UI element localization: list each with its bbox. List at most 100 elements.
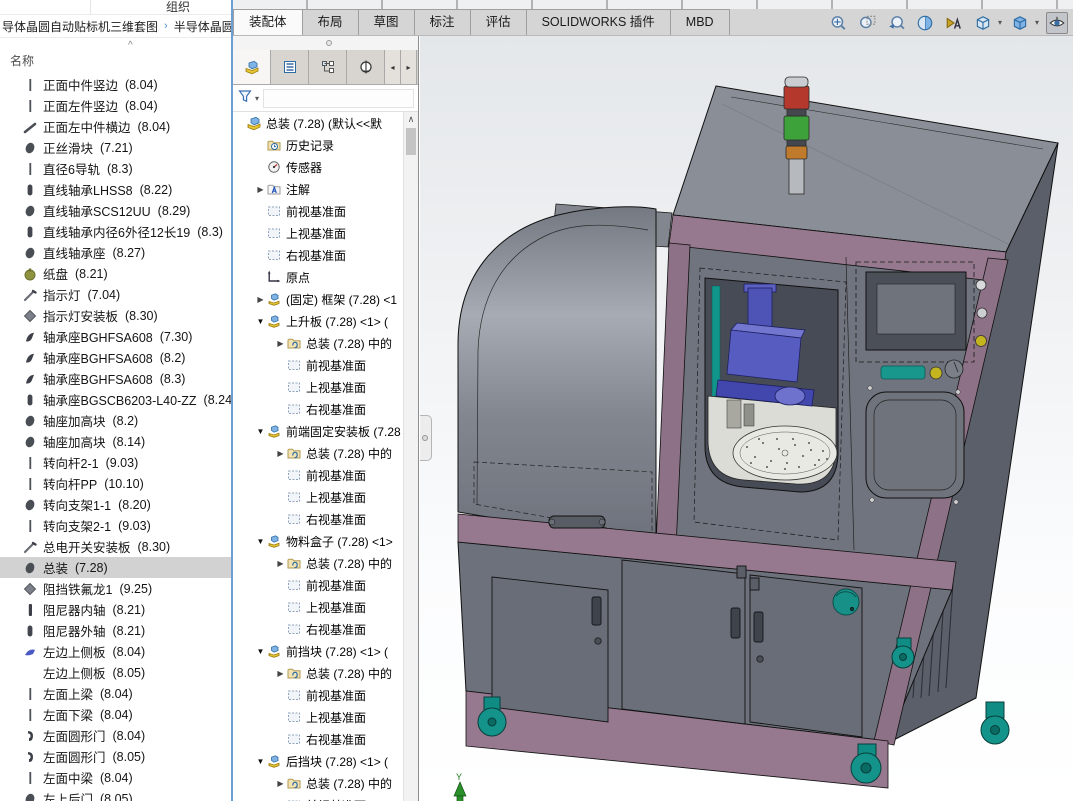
- tree-node[interactable]: 上视基准面: [233, 596, 405, 618]
- file-list-item[interactable]: 指示灯(7.04): [0, 284, 231, 305]
- tab-configuration-manager[interactable]: [309, 50, 347, 84]
- file-list-item[interactable]: 正面左件竖边(8.04): [0, 95, 231, 116]
- file-list-item[interactable]: 轴承座BGHFSA608(8.2): [0, 347, 231, 368]
- tab-scroll-right-icon[interactable]: ▸: [401, 50, 417, 84]
- tree-node[interactable]: ▶总装 (7.28) 中的: [233, 442, 405, 464]
- file-list-item[interactable]: 轴承座BGSCB6203-L40-ZZ(8.24): [0, 389, 231, 410]
- file-list-item[interactable]: 指示灯安装板(8.30): [0, 305, 231, 326]
- section-view-icon[interactable]: [914, 12, 936, 34]
- file-list-item[interactable]: 直线轴承LHSS8(8.22): [0, 179, 231, 200]
- ribbon-tab[interactable]: MBD: [670, 9, 730, 35]
- tree-node[interactable]: 上视基准面: [233, 222, 405, 244]
- expand-collapse-icon[interactable]: ▼: [255, 427, 266, 436]
- organize-menu[interactable]: 组织: [166, 0, 190, 15]
- breadcrumb-parent[interactable]: 导体晶圆自动贴标机三维套图: [2, 18, 158, 35]
- expand--icon[interactable]: ▶: [275, 339, 286, 348]
- file-list-item[interactable]: 正丝滑块(7.21): [0, 137, 231, 158]
- file-list-item[interactable]: 左上后门(8.05): [0, 788, 231, 801]
- filter-caret-icon[interactable]: ▾: [255, 94, 259, 103]
- expand-collapse-icon[interactable]: ▼: [255, 537, 266, 546]
- tree-node[interactable]: 前视基准面: [233, 574, 405, 596]
- panel-splitter-tab[interactable]: [420, 415, 432, 461]
- file-list-item[interactable]: 直线轴承SCS12UU(8.29): [0, 200, 231, 221]
- annotation-visibility-icon[interactable]: [943, 12, 965, 34]
- tree-node[interactable]: 原点: [233, 266, 405, 288]
- tree-node[interactable]: 传感器: [233, 156, 405, 178]
- file-list-item[interactable]: 轴座加高块(8.2): [0, 410, 231, 431]
- tree-node[interactable]: 前视基准面: [233, 200, 405, 222]
- scroll-up-icon[interactable]: ∧: [404, 114, 418, 125]
- tree-node[interactable]: 历史记录: [233, 134, 405, 156]
- fan-vent[interactable]: [833, 589, 859, 615]
- expand-collapse-icon[interactable]: ▼: [255, 757, 266, 766]
- tree-node[interactable]: ▶(固定) 框架 (7.28) <1: [233, 288, 405, 310]
- file-list-item[interactable]: 正面左中件横边(8.04): [0, 116, 231, 137]
- graphics-area[interactable]: Y: [420, 36, 1073, 801]
- expand--icon[interactable]: ▶: [275, 669, 286, 678]
- tab-featuremanager-design-tree[interactable]: [233, 50, 271, 84]
- tree-node[interactable]: ▼上升板 (7.28) <1> (: [233, 310, 405, 332]
- 3d-model-view[interactable]: Y: [420, 36, 1073, 801]
- tree-node[interactable]: ▼后挡块 (7.28) <1> (: [233, 750, 405, 772]
- expand--icon[interactable]: ▶: [275, 779, 286, 788]
- hide-show-items-icon[interactable]: [1046, 12, 1068, 34]
- ribbon-tab[interactable]: 评估: [470, 9, 527, 35]
- tree-node[interactable]: ▶注解: [233, 178, 405, 200]
- expand--icon[interactable]: ▶: [255, 185, 266, 194]
- file-list-item[interactable]: 转向杆2-1(9.03): [0, 452, 231, 473]
- file-list-item[interactable]: 左边上侧板(8.04): [0, 641, 231, 662]
- file-list-item[interactable]: 阻挡铁氟龙1(9.25): [0, 578, 231, 599]
- file-list-item[interactable]: 转向杆PP(10.10): [0, 473, 231, 494]
- breadcrumb[interactable]: 导体晶圆自动贴标机三维套图 › 半导体晶圆: [0, 15, 231, 38]
- file-list-item[interactable]: 转向支架1-1(8.20): [0, 494, 231, 515]
- ribbon-tab[interactable]: SOLIDWORKS 插件: [526, 9, 671, 35]
- tree-node[interactable]: 右视基准面: [233, 618, 405, 640]
- tree-node[interactable]: ▼物料盒子 (7.28) <1>: [233, 530, 405, 552]
- hood-cover[interactable]: [458, 207, 656, 545]
- tree-node[interactable]: ▶总装 (7.28) 中的: [233, 662, 405, 684]
- hmi-screen[interactable]: [866, 272, 966, 350]
- filter-input[interactable]: [263, 89, 414, 108]
- file-list-item[interactable]: 直线轴承座(8.27): [0, 242, 231, 263]
- file-list-item[interactable]: 左面圆形门(8.05): [0, 746, 231, 767]
- tree-node[interactable]: 上视基准面: [233, 706, 405, 728]
- view-orientation-icon[interactable]: [972, 12, 994, 34]
- file-list-item[interactable]: 纸盘(8.21): [0, 263, 231, 284]
- tree-node[interactable]: 右视基准面: [233, 728, 405, 750]
- expand--icon[interactable]: ▶: [275, 559, 286, 568]
- hood-handle[interactable]: [549, 516, 605, 528]
- ribbon-tab[interactable]: 标注: [414, 9, 471, 35]
- cabinet-doors[interactable]: [492, 560, 862, 737]
- tree-node[interactable]: ▶总装 (7.28) 中的: [233, 332, 405, 354]
- tree-node[interactable]: 右视基准面: [233, 508, 405, 530]
- tab-property-manager[interactable]: [271, 50, 309, 84]
- file-list-item[interactable]: 总装(7.28): [0, 557, 231, 578]
- ribbon-tab[interactable]: 草图: [358, 9, 415, 35]
- tree-node[interactable]: 上视基准面: [233, 486, 405, 508]
- file-list-item[interactable]: 左面中梁(8.04): [0, 767, 231, 788]
- file-list-item[interactable]: 左面下梁(8.04): [0, 704, 231, 725]
- file-list-item[interactable]: 正面中件竖边(8.04): [0, 74, 231, 95]
- turntable[interactable]: [733, 426, 837, 480]
- tree-node[interactable]: 前视基准面: [233, 684, 405, 706]
- tree-node[interactable]: 前视基准面: [233, 794, 405, 801]
- name-column-header[interactable]: 名称: [10, 52, 34, 69]
- breadcrumb-current[interactable]: 半导体晶圆: [174, 18, 231, 35]
- file-list-item[interactable]: 直径6导轨(8.3): [0, 158, 231, 179]
- tree-node[interactable]: 上视基准面: [233, 376, 405, 398]
- equipment-recess[interactable]: [705, 278, 838, 492]
- tree-scrollbar[interactable]: ∧: [403, 112, 418, 801]
- tree-node[interactable]: ▼前挡块 (7.28) <1> (: [233, 640, 405, 662]
- file-list-item[interactable]: 总电开关安装板(8.30): [0, 536, 231, 557]
- tree-node[interactable]: 总装 (7.28) (默认<<默: [233, 112, 405, 134]
- file-list-item[interactable]: 左边上侧板(8.05): [0, 662, 231, 683]
- tab-dimxpert-manager[interactable]: [347, 50, 385, 84]
- zoom-to-fit-icon[interactable]: [827, 12, 849, 34]
- file-list-item[interactable]: 轴座加高块(8.14): [0, 431, 231, 452]
- sort-ascending-icon[interactable]: ^: [128, 40, 133, 51]
- filter-funnel-icon[interactable]: [237, 88, 253, 109]
- tree-node[interactable]: 右视基准面: [233, 244, 405, 266]
- file-list-item[interactable]: 阻尼器外轴(8.21): [0, 620, 231, 641]
- ribbon-tab[interactable]: 装配体: [233, 9, 303, 35]
- tree-node[interactable]: ▼前端固定安装板 (7.28: [233, 420, 405, 442]
